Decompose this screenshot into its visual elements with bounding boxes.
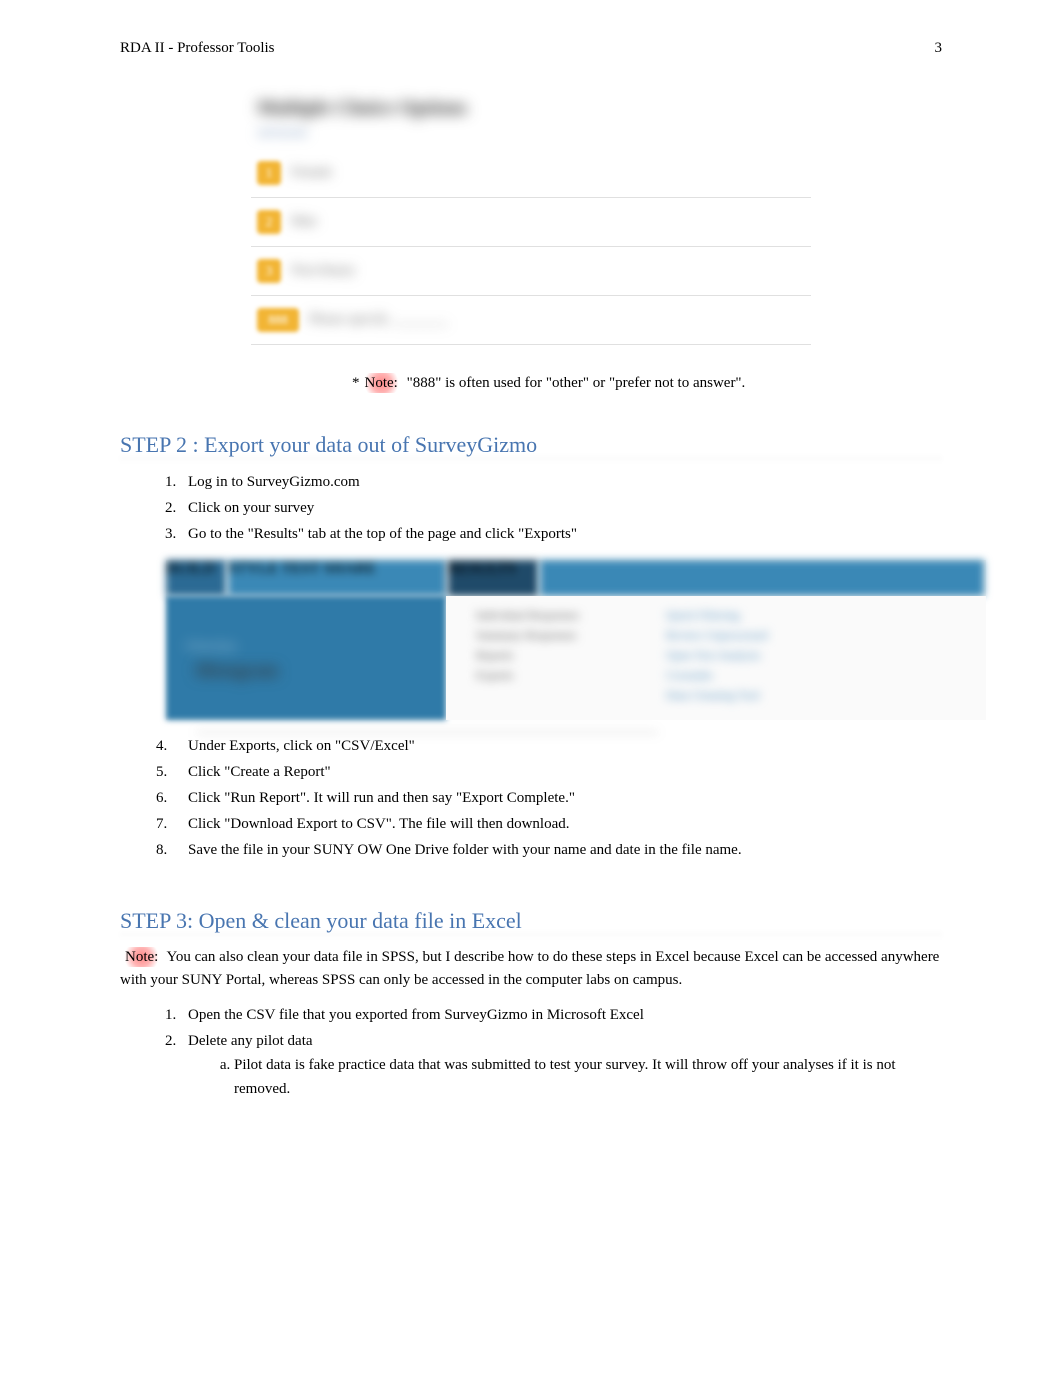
note-highlight: Note: <box>360 373 403 393</box>
option-label: Female <box>291 165 332 181</box>
list-item: Click "Create a Report" <box>180 760 942 784</box>
list-item: Open the CSV file that you exported from… <box>180 1003 942 1027</box>
option-num-badge: 1 <box>257 161 281 185</box>
step2-list: Log in to SurveyGizmo.com Click on your … <box>180 470 942 546</box>
option-row: 1 Female <box>251 149 811 198</box>
option-num-badge: 2 <box>257 210 281 234</box>
list-item: Under Exports, click on "CSV/Excel" <box>180 734 942 758</box>
sb-col2-b: Review Unprocessed <box>666 628 768 643</box>
option-label: Non-binary <box>291 263 356 279</box>
sb-col1-b: Summary Responses <box>476 628 576 643</box>
option-num-badge: 888 <box>257 308 299 332</box>
header-left: RDA II - Professor Toolis <box>120 40 275 57</box>
figure-multiple-choice: Multiple Choice Options OPTIONS 1 Female… <box>251 87 811 355</box>
tab-middle: STYLE TEST SHARE <box>228 560 446 596</box>
sb-col2-e: Data Cleaning Tool <box>666 688 760 703</box>
sb-col2-d: Crosstabs <box>666 668 713 683</box>
figure-title: Multiple Choice Options <box>257 97 811 120</box>
step3-list: Open the CSV file that you exported from… <box>180 1003 942 1101</box>
list-item: Go to the "Results" tab at the top of th… <box>180 522 942 546</box>
option-row: 888 Please specify ________ <box>251 296 811 345</box>
figure-subtitle: OPTIONS <box>257 126 811 141</box>
tab-rest <box>540 560 984 596</box>
list-item-text: Delete any pilot data <box>188 1033 313 1049</box>
option-row: 3 Non-binary <box>251 247 811 296</box>
list-item: Click "Run Report". It will run and then… <box>180 786 942 810</box>
step2-list-cont: Under Exports, click on "CSV/Excel" Clic… <box>180 734 942 862</box>
screenshot-footer-blur: ________________________________________… <box>196 722 976 734</box>
screenshot-left-pane: Overview <box>166 596 446 720</box>
sb-col2-c: Open Text Analysis <box>666 648 760 663</box>
option-label: Please specify ________ <box>309 312 448 328</box>
screenshot-exports: BUILD STYLE TEST SHARE RESULTS Overview … <box>166 560 986 720</box>
page-number: 3 <box>935 40 943 57</box>
step2-heading: STEP 2 : Export your data out of SurveyG… <box>120 432 942 458</box>
list-item: Click "Download Export to CSV". The file… <box>180 812 942 836</box>
step3-note: Note: You can also clean your data file … <box>120 946 942 991</box>
sb-col2-a: Quick Filtering <box>666 608 740 623</box>
tab-results: RESULTS <box>448 560 538 596</box>
list-item: Log in to SurveyGizmo.com <box>180 470 942 494</box>
sub-list-item: Pilot data is fake practice data that wa… <box>234 1053 942 1101</box>
list-item: Save the file in your SUNY OW One Drive … <box>180 838 942 862</box>
left-overview: Overview <box>186 638 237 654</box>
option-num-badge: 3 <box>257 259 281 283</box>
sb-col1-c: Reports <box>476 648 513 663</box>
option-row: 2 Man <box>251 198 811 247</box>
note-highlight: Note: <box>120 947 163 967</box>
list-item: Delete any pilot data Pilot data is fake… <box>180 1029 942 1101</box>
sb-col1-a: Individual Responses <box>476 608 579 623</box>
screenshot-right-pane: Individual Responses Summary Responses R… <box>446 596 986 720</box>
screenshot-chart-label: Histogram <box>196 660 278 681</box>
list-item: Click on your survey <box>180 496 942 520</box>
note-prefix: * <box>352 375 360 391</box>
step3-sublist: Pilot data is fake practice data that wa… <box>234 1053 942 1101</box>
tab-build: BUILD <box>166 560 226 596</box>
step3-heading: STEP 3: Open & clean your data file in E… <box>120 908 942 934</box>
sb-col1-d: Exports <box>476 668 513 683</box>
note-text: "888" is often used for "other" or "pref… <box>403 375 745 391</box>
note-888: *Note: "888" is often used for "other" o… <box>352 375 942 392</box>
option-label: Man <box>291 214 317 230</box>
note-text: You can also clean your data file in SPS… <box>120 949 939 988</box>
